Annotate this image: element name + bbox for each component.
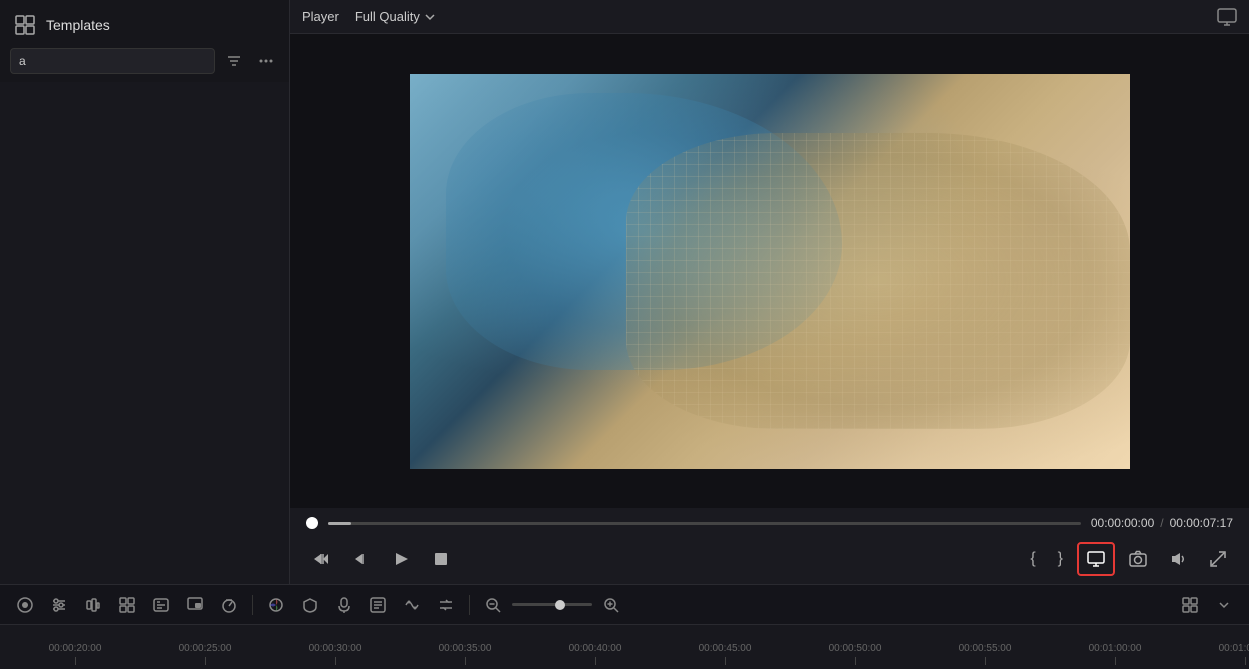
- zoom-thumb: [555, 600, 565, 610]
- progress-fill: [328, 522, 351, 525]
- video-content: [410, 74, 1130, 469]
- timeline-mark: 00:00:30:00: [270, 643, 400, 665]
- timeline-mark: 00:00:45:00: [660, 643, 790, 665]
- adjust-tool-button[interactable]: [44, 592, 74, 618]
- sidebar: Templates: [0, 0, 290, 584]
- video-container: [290, 34, 1249, 508]
- timeline-mark: 00:00:35:00: [400, 643, 530, 665]
- sidebar-title: Templates: [46, 17, 110, 33]
- player-header: Player Full Quality: [290, 0, 1249, 34]
- motion-button[interactable]: [397, 592, 427, 618]
- step-back-button[interactable]: [304, 544, 338, 574]
- timeline-mark: 00:01:00:00: [1050, 643, 1180, 665]
- play-button[interactable]: [384, 544, 418, 574]
- audio-button[interactable]: [1161, 544, 1195, 574]
- mark-label: 00:00:50:00: [829, 643, 882, 654]
- separator-2: [469, 595, 470, 615]
- zoom-in-button[interactable]: [596, 592, 626, 618]
- quality-dropdown[interactable]: Full Quality: [349, 6, 442, 27]
- sidebar-search-row: [0, 44, 289, 82]
- subtitle-button[interactable]: [146, 592, 176, 618]
- text-button[interactable]: [363, 592, 393, 618]
- quality-label: Full Quality: [355, 9, 420, 24]
- mark-line: [855, 657, 856, 665]
- search-input[interactable]: [10, 48, 215, 74]
- mark-label: 00:01:00:00: [1089, 643, 1142, 654]
- mark-label: 00:00:35:00: [439, 643, 492, 654]
- timeline-mark: 00:00:20:00: [10, 643, 140, 665]
- mark-line: [335, 657, 336, 665]
- mic-button[interactable]: [329, 592, 359, 618]
- grid-view-button[interactable]: [1175, 592, 1205, 618]
- progress-track[interactable]: [328, 522, 1081, 525]
- player-area: Player Full Quality: [290, 0, 1249, 584]
- current-time: 00:00:00:00: [1091, 516, 1154, 530]
- mark-label: 00:01:05:00: [1219, 643, 1249, 654]
- separator-1: [252, 595, 253, 615]
- player-header-left: Player Full Quality: [302, 6, 442, 27]
- mark-line: [1115, 657, 1116, 665]
- mark-line: [75, 657, 76, 665]
- time-divider: /: [1160, 516, 1163, 530]
- mark-label: 00:00:25:00: [179, 643, 232, 654]
- pointer-tool-button[interactable]: [10, 592, 40, 618]
- filter-button[interactable]: [221, 49, 247, 73]
- mesh-overlay: [626, 133, 1130, 429]
- more-tools-button[interactable]: [1209, 592, 1239, 618]
- sidebar-content: [0, 82, 289, 584]
- mark-label: 00:00:55:00: [959, 643, 1012, 654]
- fullscreen-preview-button[interactable]: [1077, 542, 1115, 576]
- mark-label: 00:00:20:00: [49, 643, 102, 654]
- mark-out-button[interactable]: }: [1050, 544, 1071, 574]
- mark-line: [465, 657, 466, 665]
- sidebar-header: Templates: [0, 0, 289, 44]
- mark-in-button[interactable]: {: [1022, 544, 1043, 574]
- total-time: 00:00:07:17: [1170, 516, 1233, 530]
- mark-line: [205, 657, 206, 665]
- progress-bar-row: 00:00:00:00 / 00:00:07:17: [290, 508, 1249, 538]
- zoom-slider-container: [512, 603, 592, 606]
- mark-label: 00:00:40:00: [569, 643, 622, 654]
- mark-line: [985, 657, 986, 665]
- player-label: Player: [302, 9, 339, 24]
- zoom-slider[interactable]: [512, 603, 592, 606]
- right-tool-group: [1175, 592, 1239, 618]
- timeline-marks: 00:00:20:00 00:00:25:00 00:00:30:00 00:0…: [0, 625, 1249, 665]
- snapshot-button[interactable]: [1121, 544, 1155, 574]
- multicam-button[interactable]: [112, 592, 142, 618]
- video-frame: [410, 74, 1130, 469]
- timeline: 00:00:20:00 00:00:25:00 00:00:30:00 00:0…: [0, 624, 1249, 669]
- timeline-mark: 00:00:25:00: [140, 643, 270, 665]
- monitor-icon-button[interactable]: [1217, 7, 1237, 27]
- timeline-mark: 00:00:40:00: [530, 643, 660, 665]
- stop-button[interactable]: [424, 544, 458, 574]
- timeline-mark: 00:00:50:00: [790, 643, 920, 665]
- color-wheel-button[interactable]: [261, 592, 291, 618]
- templates-icon: [14, 14, 36, 36]
- timeline-mark: 00:00:55:00: [920, 643, 1050, 665]
- progress-handle[interactable]: [306, 517, 318, 529]
- speed-button[interactable]: [214, 592, 244, 618]
- zoom-out-button[interactable]: [478, 592, 508, 618]
- time-display: 00:00:00:00 / 00:00:07:17: [1091, 516, 1233, 530]
- player-controls: 00:00:00:00 / 00:00:07:17: [290, 508, 1249, 584]
- mark-label: 00:00:30:00: [309, 643, 362, 654]
- more-options-button[interactable]: [253, 49, 279, 73]
- swap-button[interactable]: [431, 592, 461, 618]
- frame-back-button[interactable]: [344, 544, 378, 574]
- mark-line: [595, 657, 596, 665]
- mark-line: [1245, 657, 1246, 665]
- bottom-toolbar: [0, 584, 1249, 624]
- control-buttons-row: { }: [290, 538, 1249, 584]
- resize-button[interactable]: [1201, 544, 1235, 574]
- audio-tool-button[interactable]: [78, 592, 108, 618]
- shield-button[interactable]: [295, 592, 325, 618]
- timeline-ruler: 00:00:20:00 00:00:25:00 00:00:30:00 00:0…: [0, 625, 1249, 669]
- mark-label: 00:00:45:00: [699, 643, 752, 654]
- timeline-mark: 00:01:05:00: [1180, 643, 1249, 665]
- pip-button[interactable]: [180, 592, 210, 618]
- mark-line: [725, 657, 726, 665]
